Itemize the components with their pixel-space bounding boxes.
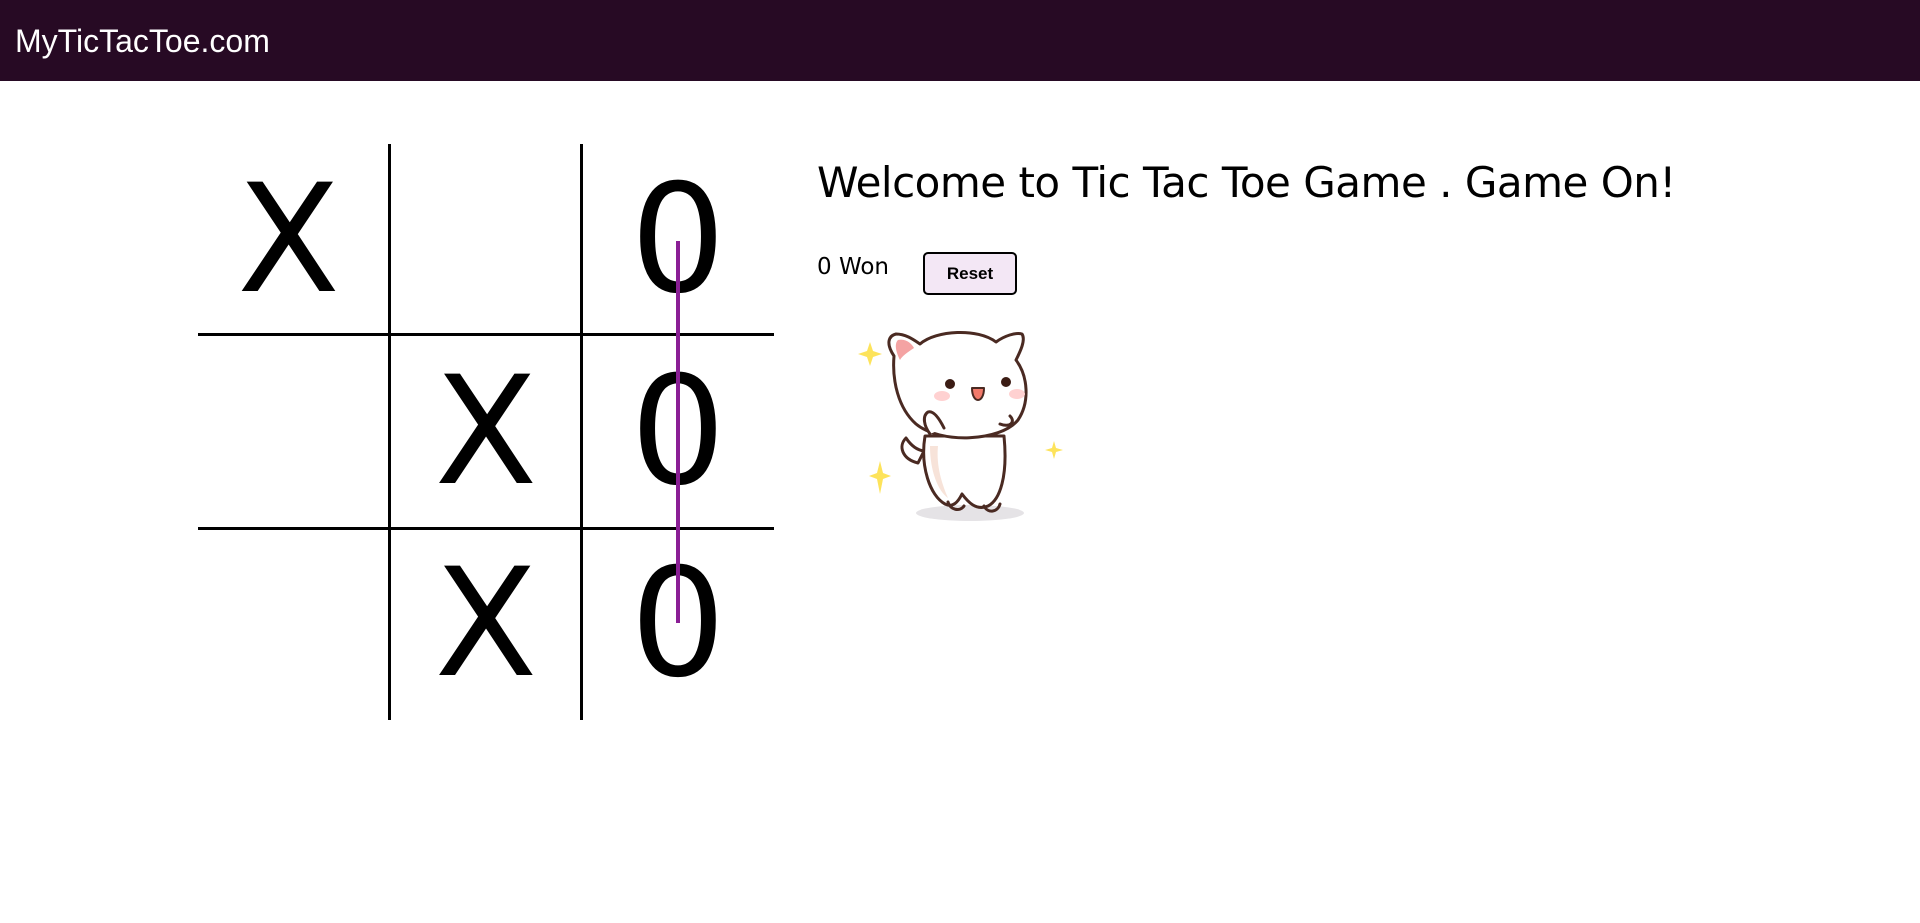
cat-sticker-icon: [858, 331, 1063, 521]
cell-2-0[interactable]: [198, 528, 390, 720]
grid-line-horizontal-2: [198, 527, 774, 530]
cell-0-1[interactable]: [390, 144, 582, 336]
reset-button[interactable]: Reset: [923, 252, 1017, 295]
winning-line: [676, 241, 680, 623]
cell-1-0[interactable]: [198, 336, 390, 528]
game-board: X 0 X 0 X 0: [198, 144, 774, 720]
dancing-cat-image: [850, 316, 1070, 526]
brand-logo[interactable]: MyTicTacToe.com: [15, 0, 270, 81]
cell-1-1[interactable]: X: [390, 336, 582, 528]
grid-line-horizontal-1: [198, 333, 774, 336]
grid-line-vertical-2: [580, 144, 583, 720]
navbar: MyTicTacToe.com: [0, 0, 1920, 81]
cell-2-1[interactable]: X: [390, 528, 582, 720]
grid-line-vertical-1: [388, 144, 391, 720]
cell-0-0[interactable]: X: [198, 144, 390, 336]
won-counter: 0 Won: [817, 254, 889, 280]
welcome-heading: Welcome to Tic Tac Toe Game . Game On!: [817, 158, 1676, 207]
